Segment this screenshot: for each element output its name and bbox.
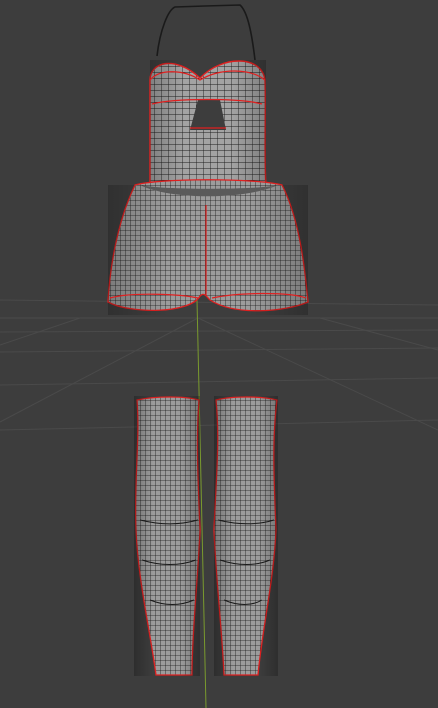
3d-viewport[interactable]: [0, 0, 438, 708]
viewport-canvas[interactable]: [0, 0, 438, 708]
left-leg-warmer[interactable]: [134, 396, 201, 676]
right-leg-warmer[interactable]: [213, 396, 278, 676]
shorts[interactable]: [107, 179, 309, 315]
camisole-top[interactable]: [149, 4, 267, 191]
strap-left: [156, 5, 206, 57]
strap-right: [204, 4, 256, 61]
